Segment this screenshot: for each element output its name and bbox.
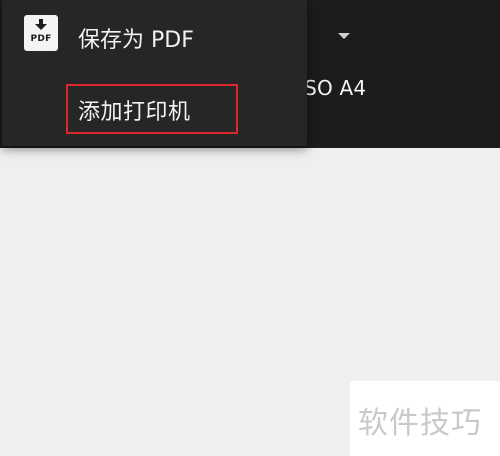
arrow-down-icon (35, 19, 47, 30)
destination-dropdown-menu: PDF 保存为 PDF 添加打印机 (2, 0, 307, 146)
watermark-text: 软件技巧 (358, 406, 482, 441)
menu-item-save-as-pdf[interactable]: PDF 保存为 PDF (2, 0, 307, 74)
add-printer-label: 添加打印机 (78, 100, 191, 125)
menu-item-add-printer[interactable]: 添加打印机 (66, 84, 238, 134)
save-as-pdf-label: 保存为 PDF (78, 28, 194, 53)
print-dialog: ISO A4 PDF 保存为 PDF 添加打印机 软件技巧 (0, 0, 500, 456)
paper-size-value[interactable]: ISO A4 (298, 76, 366, 100)
pdf-download-icon: PDF (24, 15, 58, 51)
chevron-down-icon[interactable] (338, 33, 350, 39)
watermark: 软件技巧 (350, 381, 500, 456)
pdf-icon-label: PDF (30, 34, 52, 44)
